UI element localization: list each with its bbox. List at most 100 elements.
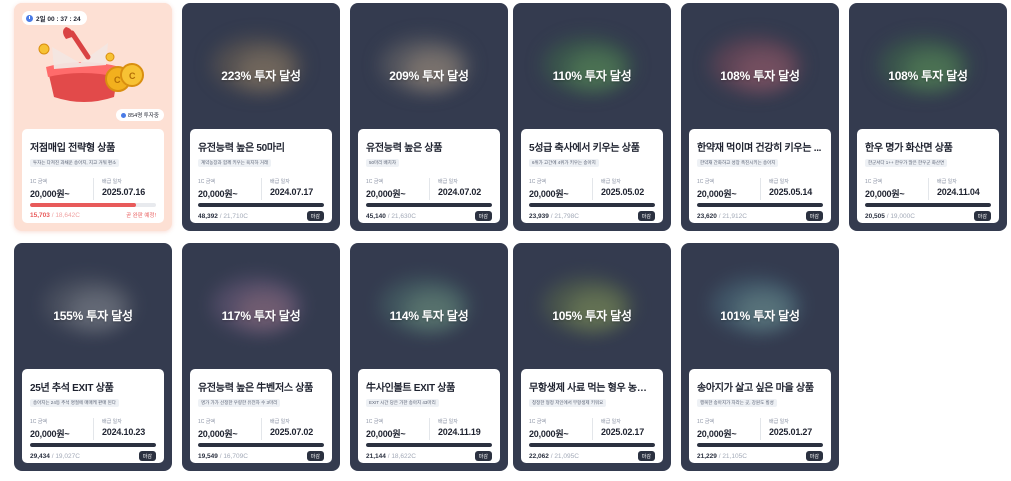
product-image: 114% 투자 달성 bbox=[350, 243, 508, 369]
product-tag: 한군서다 1++ 한우가 많은 한우군 화산면 bbox=[865, 159, 948, 167]
product-tag: 계약농장과 함께 키우는 육지하 거래 bbox=[198, 159, 272, 167]
funding-progress-bar bbox=[366, 203, 492, 207]
funding-progress-bar bbox=[529, 203, 655, 207]
product-title: 5성급 축사에서 키우는 상품 bbox=[529, 143, 640, 154]
amount-label: 1C 금액 bbox=[366, 419, 383, 425]
product-specs: 1C 금액 20,000원~ 배급 일자 2025.01.27 bbox=[697, 418, 823, 440]
sold-count: 22,062 bbox=[529, 452, 549, 460]
product-image: 209% 투자 달성 bbox=[350, 3, 508, 129]
amount-label: 1C 금액 bbox=[697, 419, 714, 425]
date-label: 배급 일자 bbox=[438, 179, 458, 185]
progress-fill bbox=[697, 203, 823, 207]
closed-badge: 마감 bbox=[474, 211, 492, 221]
product-title: 한약재 먹이며 건강히 키우는 ... bbox=[697, 143, 822, 154]
date-value: 2025.07.02 bbox=[270, 427, 314, 437]
investor-count: 854명 투자중 bbox=[128, 113, 159, 119]
sold-count: 21,229 bbox=[697, 452, 717, 460]
progress-fill bbox=[865, 203, 991, 207]
status-badge: 곧 완판 예정! bbox=[126, 213, 156, 219]
total-count: 16,709C bbox=[223, 452, 248, 460]
product-card[interactable]: 117% 투자 달성 유전능력 높은 牛벤저스 상품 명가 가가 선정한 우량한… bbox=[182, 243, 340, 471]
closed-badge: 마감 bbox=[306, 211, 324, 221]
card-info-panel: 한우 명가 화산면 상품 한군서다 1++ 한우가 많은 한우군 화산면 1C … bbox=[857, 129, 999, 223]
funding-progress-bar bbox=[198, 203, 324, 207]
funding-progress-bar bbox=[30, 203, 156, 207]
product-card[interactable]: 108% 투자 달성 한약재 먹이며 건강히 키우는 ... 한약재 간화하고 … bbox=[681, 3, 839, 231]
funding-progress-bar bbox=[697, 443, 823, 447]
featured-product-card[interactable]: 2일 00 : 37 : 24 C C 854명 투자중 저점매입 전략형 상품… bbox=[14, 3, 172, 231]
achievement-text: 101% 투자 달성 bbox=[720, 309, 800, 323]
date-label: 배급 일자 bbox=[102, 419, 122, 425]
product-specs: 1C 금액 20,000원~ 배급 일자 2024.11.19 bbox=[366, 418, 492, 440]
card-info-panel: 5성급 축사에서 키우는 상품 6위가 고간에 4위가 키우는 송아지 1C 금… bbox=[521, 129, 663, 223]
amount-value: 20,000원~ bbox=[529, 429, 569, 439]
card-info-panel: 저점매입 전략형 상품 투자는 다져진 과채운 송아지, 지고 거둬 편소 1C… bbox=[22, 129, 164, 223]
progress-fill bbox=[30, 443, 156, 447]
card-info-panel: 한약재 먹이며 건강히 키우는 ... 한약재 간화하고 성장 촉진시키는 송아… bbox=[689, 129, 831, 223]
progress-fill bbox=[366, 443, 492, 447]
product-tag: 투자는 다져진 과채운 송아지, 지고 거둬 편소 bbox=[30, 159, 120, 167]
sold-count: 21,144 bbox=[366, 452, 386, 460]
total-count: 19,000C bbox=[890, 212, 915, 220]
product-image: 101% 투자 달성 bbox=[681, 243, 839, 369]
product-specs: 1C 금액 20,000원~ 배급 일자 2025.07.02 bbox=[198, 418, 324, 440]
date-value: 2025.05.14 bbox=[769, 187, 813, 197]
total-count: 18,622C bbox=[391, 452, 416, 460]
progress-fill bbox=[366, 203, 492, 207]
product-card[interactable]: 101% 투자 달성 송아지가 살고 싶은 마을 상품 행복한 송아지가 자라는… bbox=[681, 243, 839, 471]
funding-stats: 23,939 / 21,798C 마감 bbox=[529, 211, 655, 221]
date-value: 2024.10.23 bbox=[102, 427, 146, 437]
total-count: 19,027C bbox=[55, 452, 80, 460]
svg-text:C: C bbox=[114, 75, 121, 85]
achievement-text: 105% 투자 달성 bbox=[552, 309, 632, 323]
progress-fill bbox=[198, 443, 324, 447]
product-image: 105% 투자 달성 bbox=[513, 243, 671, 369]
product-image: 223% 투자 달성 bbox=[182, 3, 340, 129]
funding-count: 29,434 / 19,027C bbox=[30, 452, 80, 460]
amount-label: 1C 금액 bbox=[198, 179, 215, 185]
product-tag: 청정한 형정 저인에서 무항생제 키워요 bbox=[529, 399, 607, 407]
date-label: 배급 일자 bbox=[769, 179, 789, 185]
product-specs: 1C 금액 20,000원~ 배급 일자 2024.07.17 bbox=[198, 178, 324, 200]
amount-label: 1C 금액 bbox=[30, 419, 47, 425]
funding-progress-bar bbox=[30, 443, 156, 447]
product-card[interactable]: 114% 투자 달성 牛사인볼트 EXIT 상품 EXIT 시간 당은 가한 송… bbox=[350, 243, 508, 471]
closed-badge: 마감 bbox=[306, 451, 324, 461]
product-card[interactable]: 105% 투자 달성 무항생제 사료 먹는 형우 농장 ... 청정한 형정 저… bbox=[513, 243, 671, 471]
closed-badge: 마감 bbox=[973, 211, 991, 221]
card-info-panel: 牛사인볼트 EXIT 상품 EXIT 시간 당은 가한 송아지 43마리 1C … bbox=[358, 369, 500, 463]
closed-badge: 마감 bbox=[138, 451, 156, 461]
achievement-text: 209% 투자 달성 bbox=[389, 69, 469, 83]
progress-fill bbox=[697, 443, 823, 447]
amount-label: 1C 금액 bbox=[865, 179, 882, 185]
date-value: 2024.07.17 bbox=[270, 187, 314, 197]
funding-progress-bar bbox=[865, 203, 991, 207]
achievement-text: 108% 투자 달성 bbox=[888, 69, 968, 83]
achievement-text: 117% 투자 달성 bbox=[221, 309, 301, 323]
product-title: 25년 추석 EXIT 상품 bbox=[30, 383, 114, 394]
product-card[interactable]: 110% 투자 달성 5성급 축사에서 키우는 상품 6위가 고간에 4위가 키… bbox=[513, 3, 671, 231]
card-info-panel: 유전능력 높은 50마리 계약농장과 함께 키우는 육지하 거래 1C 금액 2… bbox=[190, 129, 332, 223]
date-value: 2025.05.02 bbox=[601, 187, 645, 197]
card-info-panel: 25년 추석 EXIT 상품 송아지는 24등 추석 명절에 매매케 판매 된다… bbox=[22, 369, 164, 463]
product-card[interactable]: 209% 투자 달성 유전능력 높은 상품 50마리 배치자 1C 금액 20,… bbox=[350, 3, 508, 231]
amount-value: 20,000원~ bbox=[366, 429, 406, 439]
total-count: 21,912C bbox=[722, 212, 747, 220]
date-label: 배급 일자 bbox=[769, 419, 789, 425]
date-label: 배급 일자 bbox=[601, 419, 621, 425]
total-count: 21,798C bbox=[554, 212, 579, 220]
closed-badge: 마감 bbox=[637, 211, 655, 221]
product-card[interactable]: 108% 투자 달성 한우 명가 화산면 상품 한군서다 1++ 한우가 많은 … bbox=[849, 3, 1007, 231]
product-card[interactable]: 223% 투자 달성 유전능력 높은 50마리 계약농장과 함께 키우는 육지하… bbox=[182, 3, 340, 231]
product-specs: 1C 금액 20,000원~ 배급 일자 2025.07.16 bbox=[30, 178, 156, 200]
closed-badge: 마감 bbox=[805, 211, 823, 221]
achievement-text: 155% 투자 달성 bbox=[53, 309, 133, 323]
funding-stats: 21,229 / 21,105C 마감 bbox=[697, 451, 823, 461]
amount-value: 20,000원~ bbox=[198, 189, 238, 199]
funding-stats: 23,620 / 21,912C 마감 bbox=[697, 211, 823, 221]
product-specs: 1C 금액 20,000원~ 배급 일자 2024.10.23 bbox=[30, 418, 156, 440]
product-title: 유전능력 높은 牛벤저스 상품 bbox=[198, 383, 314, 394]
product-card[interactable]: 155% 투자 달성 25년 추석 EXIT 상품 송아지는 24등 추석 명절… bbox=[14, 243, 172, 471]
achievement-text: 223% 투자 달성 bbox=[221, 69, 301, 83]
total-count: 21,095C bbox=[554, 452, 579, 460]
